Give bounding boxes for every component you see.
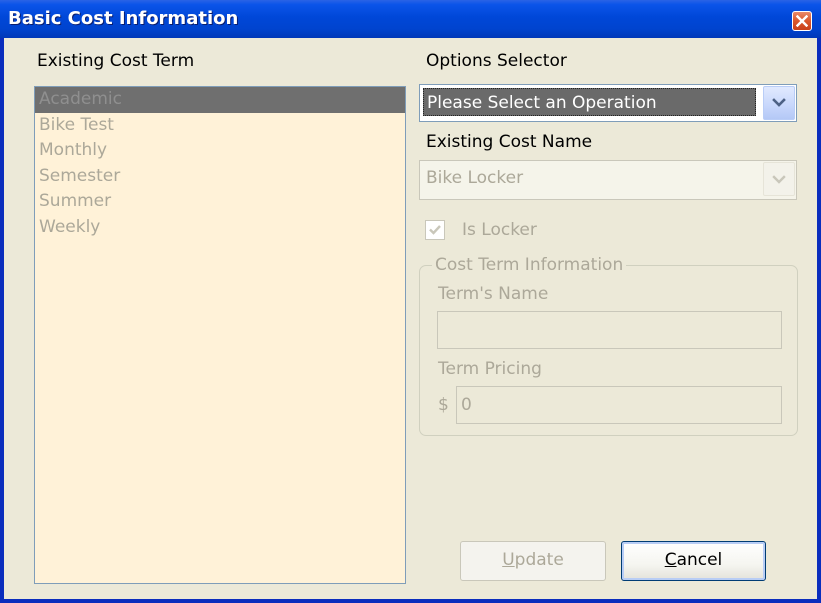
chevron-down-icon — [772, 98, 786, 107]
existing-cost-name-value: Bike Locker — [426, 168, 524, 188]
list-item[interactable]: Bike Test — [35, 113, 405, 139]
dropdown-button[interactable] — [763, 162, 795, 196]
close-icon — [796, 15, 808, 27]
title-bar[interactable]: Basic Cost Information — [0, 0, 821, 38]
list-item[interactable]: Weekly — [35, 215, 405, 241]
cost-term-information-title: Cost Term Information — [432, 255, 627, 275]
list-item[interactable]: Monthly — [35, 138, 405, 164]
dialog-client-area: Existing Cost Term Academic Bike Test Mo… — [4, 38, 817, 599]
list-item[interactable]: Academic — [35, 87, 405, 113]
existing-cost-name-label: Existing Cost Name — [426, 132, 593, 152]
options-selector-value: Please Select an Operation — [423, 88, 756, 116]
terms-name-input[interactable] — [437, 311, 782, 349]
cancel-button[interactable]: Cancel — [621, 541, 766, 581]
chevron-down-icon — [772, 175, 786, 184]
options-selector-label: Options Selector — [426, 51, 567, 71]
checkmark-icon — [429, 225, 441, 235]
is-locker-label: Is Locker — [462, 220, 537, 240]
existing-cost-name-dropdown[interactable]: Bike Locker — [419, 160, 797, 200]
list-item[interactable]: Summer — [35, 189, 405, 215]
cancel-label: ancel — [676, 550, 723, 570]
existing-cost-term-list[interactable]: Academic Bike Test Monthly Semester Summ… — [34, 86, 406, 584]
existing-cost-term-label: Existing Cost Term — [37, 51, 195, 71]
update-button[interactable]: Update — [460, 541, 606, 581]
update-label: pdate — [514, 550, 564, 570]
close-button[interactable] — [792, 11, 812, 31]
update-accelerator: U — [502, 550, 515, 570]
currency-symbol: $ — [438, 395, 449, 415]
term-pricing-label: Term Pricing — [438, 359, 542, 379]
dropdown-button[interactable] — [763, 86, 795, 120]
options-selector-dropdown[interactable]: Please Select an Operation — [419, 84, 797, 122]
is-locker-checkbox[interactable] — [425, 220, 445, 240]
list-item[interactable]: Semester — [35, 164, 405, 190]
cancel-accelerator: C — [664, 550, 677, 570]
term-pricing-input[interactable]: 0 — [456, 386, 782, 424]
dialog-window: Basic Cost Information Existing Cost Ter… — [0, 0, 821, 603]
terms-name-label: Term's Name — [438, 284, 549, 304]
window-title: Basic Cost Information — [8, 8, 239, 29]
